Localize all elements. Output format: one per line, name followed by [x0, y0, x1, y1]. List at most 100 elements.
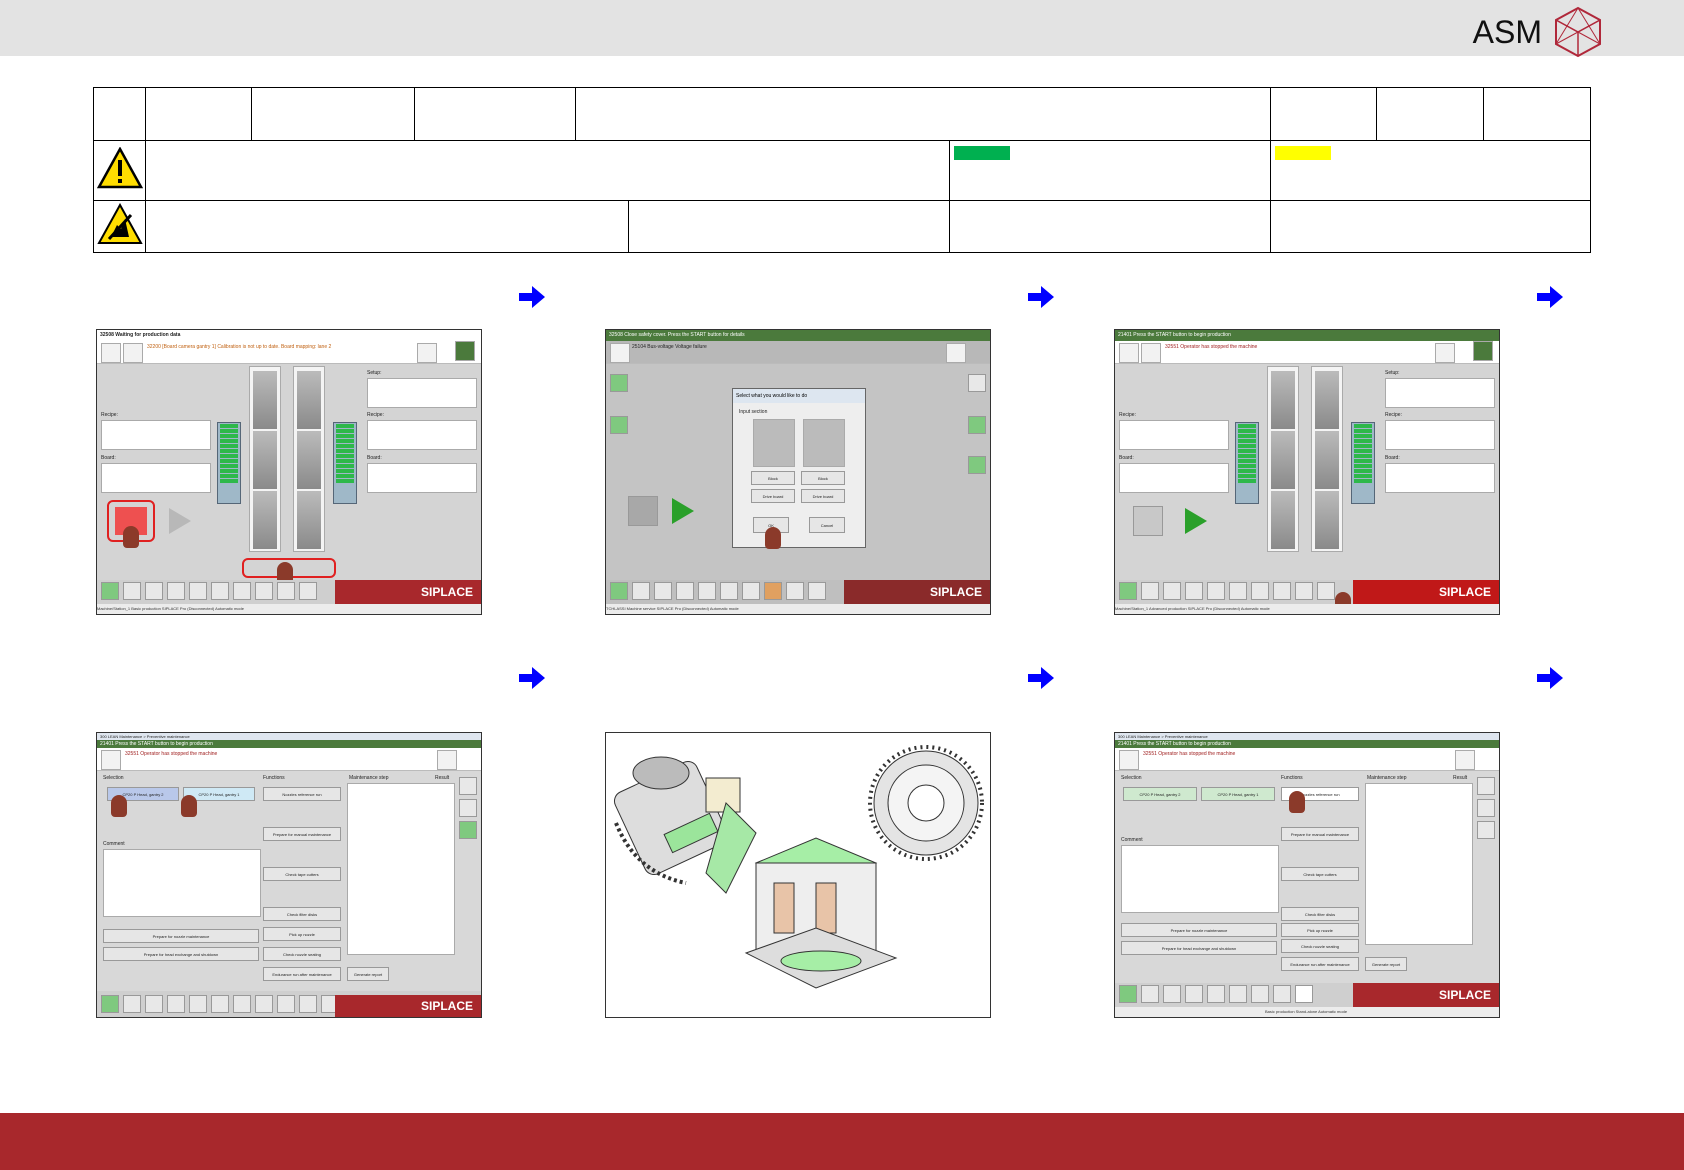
statistics-icon[interactable]: [1163, 985, 1181, 1003]
wrench-icon[interactable]: [255, 995, 273, 1013]
drive-board-option-2[interactable]: Drive board: [801, 489, 845, 503]
cancel-button[interactable]: Cancel: [809, 517, 845, 533]
gear-icon[interactable]: [786, 582, 804, 600]
chart-icon[interactable]: [1229, 985, 1247, 1003]
maintenance-icon[interactable]: [459, 777, 477, 795]
gear-icon[interactable]: [1273, 985, 1291, 1003]
setup-icon[interactable]: [1141, 582, 1159, 600]
setup-icon[interactable]: [123, 995, 141, 1013]
info-icon[interactable]: [101, 750, 121, 770]
statistics-icon[interactable]: [1163, 582, 1181, 600]
camera-icon[interactable]: [233, 582, 251, 600]
menu-icon[interactable]: [610, 343, 630, 363]
check-tape-cutters[interactable]: Check tape cutters: [263, 867, 341, 881]
setup-icon[interactable]: [632, 582, 650, 600]
book-icon[interactable]: [189, 582, 207, 600]
save-icon[interactable]: [676, 582, 694, 600]
stop-button[interactable]: [628, 496, 658, 526]
production-icon[interactable]: [101, 995, 119, 1013]
feeder-icon[interactable]: [968, 456, 986, 474]
feeder-icon[interactable]: [610, 416, 628, 434]
production-icon[interactable]: [101, 582, 119, 600]
save-icon[interactable]: [1185, 582, 1203, 600]
info-icon[interactable]: [1119, 750, 1139, 770]
check-icon[interactable]: [417, 343, 437, 363]
camera-icon[interactable]: [742, 582, 760, 600]
gear-icon[interactable]: [277, 582, 295, 600]
nozzle-maintenance-button[interactable]: Prepare for nozzle maintenance: [1121, 923, 1277, 937]
chart-icon[interactable]: [1229, 582, 1247, 600]
start-button-icon[interactable]: [1183, 506, 1209, 536]
stop-button[interactable]: [1133, 506, 1163, 536]
generate-report[interactable]: Generate report: [1365, 957, 1407, 971]
tool-icon[interactable]: [123, 343, 143, 363]
statistics-icon[interactable]: [145, 582, 163, 600]
info-icon[interactable]: [1119, 343, 1139, 363]
maintenance-icon[interactable]: [459, 821, 477, 839]
production-icon[interactable]: [1119, 582, 1137, 600]
camera-icon[interactable]: [1251, 582, 1269, 600]
start-button-icon[interactable]: [670, 496, 696, 526]
save-icon[interactable]: [167, 995, 185, 1013]
check-filter-disks[interactable]: Check filter disks: [1281, 907, 1359, 921]
comment-box[interactable]: [103, 849, 261, 917]
chart-icon[interactable]: [211, 995, 229, 1013]
gear-icon[interactable]: [1295, 582, 1313, 600]
maintenance-icon[interactable]: [1477, 799, 1495, 817]
generate-report[interactable]: Generate report: [347, 967, 389, 981]
endurance-run[interactable]: Endurance run after maintenance: [1281, 957, 1359, 971]
maintenance-icon[interactable]: [1295, 985, 1313, 1003]
block-option-2[interactable]: Block: [801, 471, 845, 485]
drive-board-option-1[interactable]: Drive board: [751, 489, 795, 503]
help-icon[interactable]: [1473, 341, 1493, 361]
machine-icon[interactable]: [808, 582, 826, 600]
setup-icon[interactable]: [123, 582, 141, 600]
check-filter-disks[interactable]: Check filter disks: [263, 907, 341, 921]
head-gantry-2[interactable]: CP20 P Head, gantry 2: [1123, 787, 1197, 801]
setup-icon[interactable]: [1141, 985, 1159, 1003]
production-icon[interactable]: [610, 582, 628, 600]
check-icon[interactable]: [1435, 343, 1455, 363]
help-icon[interactable]: [455, 341, 475, 361]
book-icon[interactable]: [189, 995, 207, 1013]
start-button-icon[interactable]: [167, 506, 193, 536]
nozzle-icon[interactable]: [968, 374, 986, 392]
manual-maintenance-button[interactable]: Prepare for manual maintenance: [263, 827, 341, 841]
wrench-icon[interactable]: [255, 582, 273, 600]
production-icon[interactable]: [1119, 985, 1137, 1003]
head-exchange-button[interactable]: Prepare for head exchange and shutdown: [1121, 941, 1277, 955]
statistics-icon[interactable]: [145, 995, 163, 1013]
wrench-icon[interactable]: [1273, 582, 1291, 600]
feeder-icon[interactable]: [968, 416, 986, 434]
book-icon[interactable]: [1207, 582, 1225, 600]
head-exchange-button[interactable]: Prepare for head exchange and shutdown: [103, 947, 259, 961]
wrench-icon[interactable]: [1251, 985, 1269, 1003]
head-gantry-1[interactable]: CP20 P Head, gantry 1: [1201, 787, 1275, 801]
info-icon[interactable]: [101, 343, 121, 363]
check-icon[interactable]: [946, 343, 966, 363]
check-icon[interactable]: [437, 750, 457, 770]
gear-icon[interactable]: [277, 995, 295, 1013]
check-tape-cutters[interactable]: Check tape cutters: [1281, 867, 1359, 881]
chart-icon[interactable]: [720, 582, 738, 600]
feeder-icon[interactable]: [610, 374, 628, 392]
comment-box[interactable]: [1121, 845, 1279, 913]
tool-icon[interactable]: [1141, 343, 1161, 363]
maintenance-icon[interactable]: [459, 799, 477, 817]
maintenance-icon[interactable]: [1477, 777, 1495, 795]
maintenance-icon[interactable]: [1477, 821, 1495, 839]
pick-up-nozzle[interactable]: Pick up nozzle: [1281, 923, 1359, 937]
wrench-icon[interactable]: [764, 582, 782, 600]
statistics-icon[interactable]: [654, 582, 672, 600]
maintenance-icon[interactable]: [1317, 582, 1335, 600]
book-icon[interactable]: [1207, 985, 1225, 1003]
nozzles-reference-run[interactable]: Nozzles reference run: [263, 787, 341, 801]
block-option-1[interactable]: Block: [751, 471, 795, 485]
book-icon[interactable]: [698, 582, 716, 600]
save-icon[interactable]: [1185, 985, 1203, 1003]
camera-icon[interactable]: [233, 995, 251, 1013]
chart-icon[interactable]: [211, 582, 229, 600]
machine-icon[interactable]: [299, 582, 317, 600]
nozzle-maintenance-button[interactable]: Prepare for nozzle maintenance: [103, 929, 259, 943]
machine-icon[interactable]: [299, 995, 317, 1013]
